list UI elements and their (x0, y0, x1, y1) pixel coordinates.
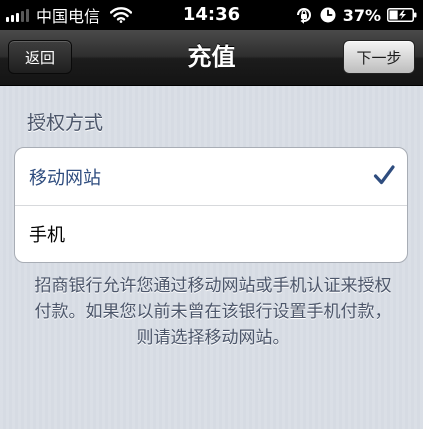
navigation-bar: 充值 返回 下一步 (0, 30, 423, 86)
rotation-lock-icon (296, 8, 311, 24)
option-phone[interactable]: 手机 (15, 205, 407, 262)
wifi-icon (110, 7, 133, 23)
status-left: 中国电信 (6, 0, 133, 30)
next-step-button[interactable]: 下一步 (343, 40, 415, 74)
battery-percent: 37% (342, 5, 381, 25)
battery-icon (387, 8, 417, 22)
back-button[interactable]: 返回 (8, 40, 72, 74)
alarm-icon (320, 7, 336, 23)
carrier-name: 中国电信 (36, 7, 101, 26)
footer-note: 招商银行允许您通过移动网站或手机认证来授权付款。如果您以前未曾在该银行设置手机付… (34, 276, 392, 348)
status-right: 37% (295, 0, 417, 30)
signal-strength-icon (6, 8, 29, 22)
screen: 中国电信 14:36 37% 充值 返回 下一步 授权方式 移动网站 手机 招商… (0, 0, 423, 429)
checkmark-icon (373, 165, 395, 185)
authorization-options-group: 移动网站 手机 (14, 147, 408, 263)
option-label: 手机 (29, 225, 65, 246)
option-label: 移动网站 (29, 167, 101, 189)
status-bar: 中国电信 14:36 37% (0, 0, 423, 30)
section-header: 授权方式 (27, 112, 104, 134)
option-mobile-website[interactable]: 移动网站 (15, 148, 407, 205)
